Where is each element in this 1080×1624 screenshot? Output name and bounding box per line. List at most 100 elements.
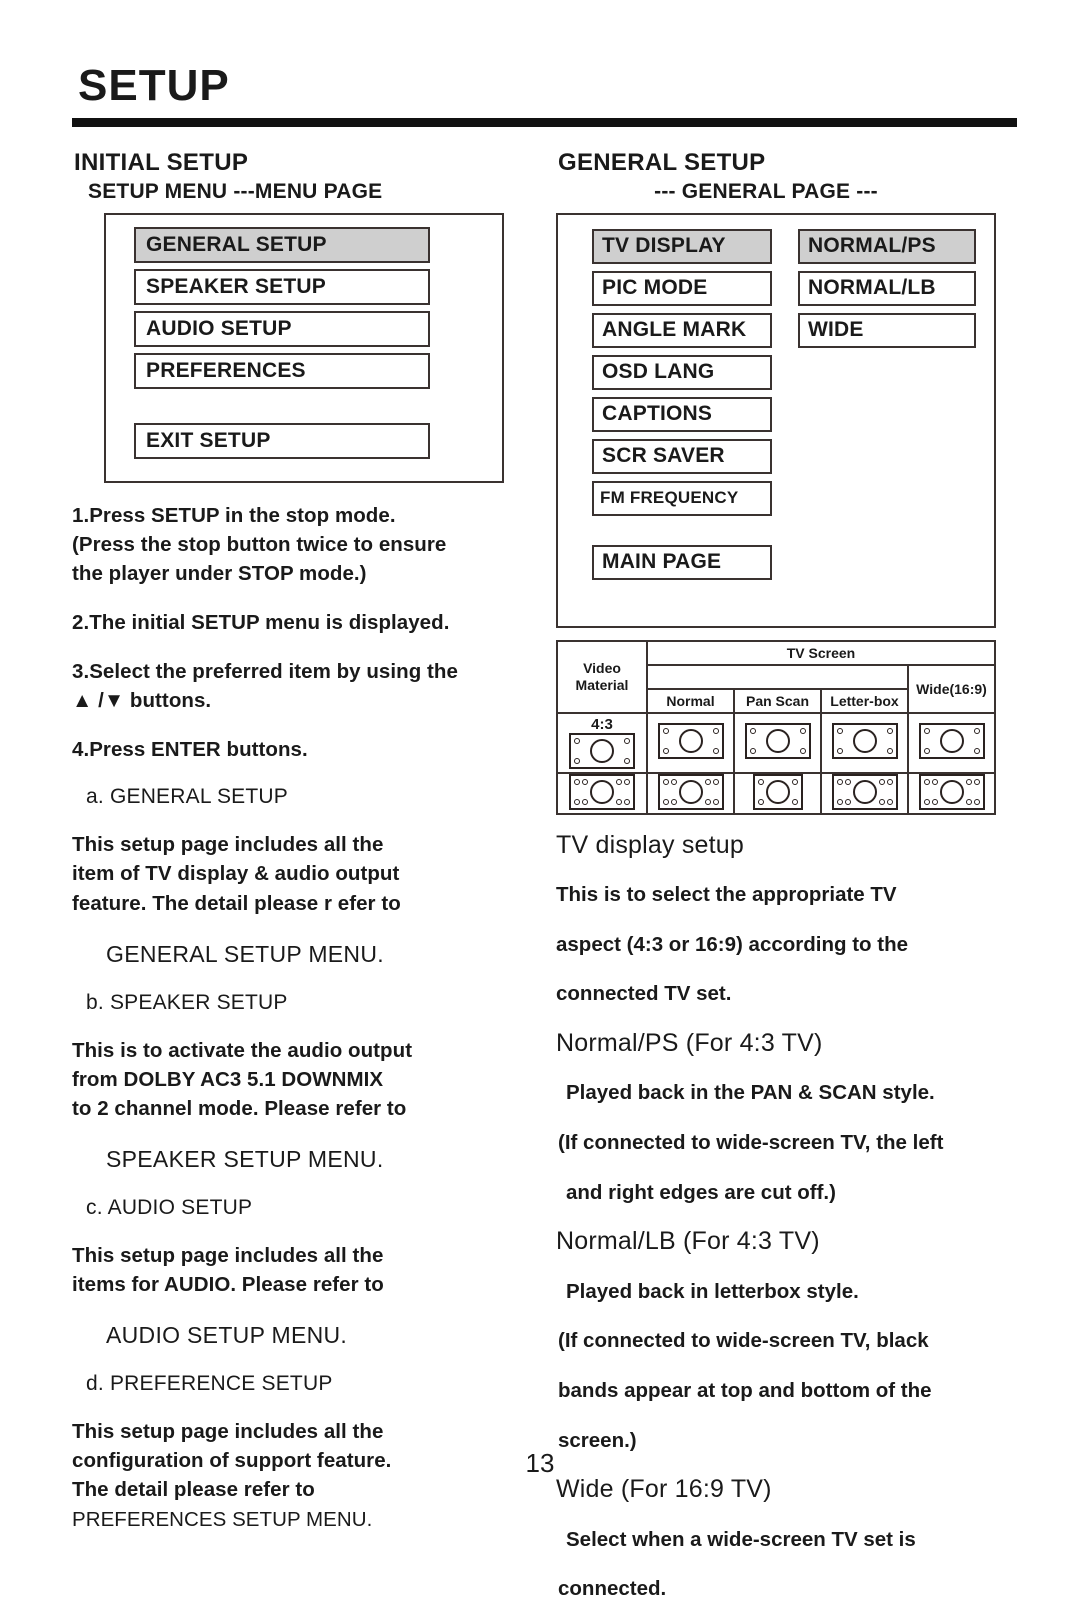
row-label-16-9 xyxy=(556,771,648,815)
normal-lb-line-2: (If connected to wide-screen TV, black xyxy=(558,1329,929,1353)
osd-item-scr-saver[interactable]: SCR SAVER xyxy=(592,438,772,474)
page-title: SETUP xyxy=(78,61,230,110)
osd-item-general-setup[interactable]: GENERAL SETUP xyxy=(134,226,430,263)
tv-display-setup-section: TV display setup This is to select the a… xyxy=(556,831,1018,1604)
osd-column-values: NORMAL/PS NORMAL/LB WIDE xyxy=(798,228,976,355)
initial-setup-heading: INITIAL SETUP xyxy=(74,149,249,176)
entry-label-b: b. SPEAKER SETUP xyxy=(86,990,288,1014)
tv-glyph xyxy=(752,773,803,813)
wide-line-2: connected. xyxy=(558,1577,667,1601)
normal-lb-line-3: bands appear at top and bottom of the xyxy=(558,1378,932,1402)
entry-c-line-2: items for AUDIO. Please refer to xyxy=(72,1273,384,1297)
cell-16-9-normal xyxy=(646,771,735,815)
mode-body-normal-lb: Played back in letterbox style. (If conn… xyxy=(558,1277,1018,1455)
setup-menu-caption: SETUP MENU ---MENU PAGE xyxy=(88,180,383,204)
cell-4-3-pan-scan xyxy=(733,711,822,774)
general-page-caption: --- GENERAL PAGE --- xyxy=(654,180,878,204)
entry-general-setup: a. GENERAL SETUP This setup page include… xyxy=(72,785,542,967)
tv-glyph xyxy=(918,723,985,762)
entry-a-reference: GENERAL SETUP MENU. xyxy=(106,940,384,967)
title-divider xyxy=(72,118,1017,127)
step-3-line-1: 3.Select the preferred item by using the xyxy=(72,659,458,683)
subheader-normal: Normal xyxy=(646,687,735,714)
step-2: 2.The initial SETUP menu is displayed. xyxy=(72,610,450,634)
tv-screen-comparison-table: Video Material TV Screen Wide(16:9) Norm… xyxy=(556,639,996,815)
video-material-label-line-2: Material xyxy=(575,676,629,693)
osd-item-tv-display[interactable]: TV DISPLAY xyxy=(592,228,772,264)
entry-d-line-3: The detail please refer to xyxy=(72,1478,315,1502)
step-1-line-2: (Press the stop button twice to ensure xyxy=(72,532,447,556)
osd-value-normal-lb[interactable]: NORMAL/LB xyxy=(798,270,976,306)
entry-label-a: a. GENERAL SETUP xyxy=(86,785,288,809)
mode-body-normal-ps: Played back in the PAN & SCAN style. (If… xyxy=(558,1078,1018,1206)
tv-display-intro: This is to select the appropriate TV asp… xyxy=(556,880,1018,1008)
general-setup-osd-panel: TV DISPLAY PIC MODE ANGLE MARK OSD LANG … xyxy=(556,212,996,628)
normal-ps-line-1: Played back in the PAN & SCAN style. xyxy=(566,1081,935,1105)
entry-b-line-2: from DOLBY AC3 5.1 DOWNMIX xyxy=(72,1067,384,1091)
tv-glyph xyxy=(918,773,985,813)
page-number: 13 xyxy=(525,1448,555,1478)
cell-16-9-wide xyxy=(907,771,996,815)
video-material-label-line-1: Video xyxy=(583,660,621,677)
mode-heading-normal-ps: Normal/PS (For 4:3 TV) xyxy=(556,1028,823,1057)
osd-value-normal-ps[interactable]: NORMAL/PS xyxy=(798,228,976,264)
entry-audio-setup: c. AUDIO SETUP This setup page includes … xyxy=(72,1196,542,1349)
entry-d-line-4: PREFERENCES SETUP MENU. xyxy=(72,1507,373,1531)
instruction-steps: 1.Press SETUP in the stop mode. (Press t… xyxy=(72,501,542,765)
tv-display-intro-line-3: connected TV set. xyxy=(556,982,732,1006)
normal-ps-line-3: and right edges are cut off.) xyxy=(566,1180,836,1204)
tv-glyph xyxy=(744,723,811,762)
wide-line-1: Select when a wide-screen TV set is xyxy=(566,1527,916,1551)
osd-item-angle-mark[interactable]: ANGLE MARK xyxy=(592,312,772,348)
subheader-pan-scan: Pan Scan xyxy=(733,687,822,714)
osd-item-fm-frequency[interactable]: FM FREQUENCY xyxy=(592,480,772,516)
mode-heading-normal-lb: Normal/LB (For 4:3 TV) xyxy=(556,1227,820,1256)
osd-value-wide[interactable]: WIDE xyxy=(798,312,976,348)
tv-glyph xyxy=(831,773,898,813)
osd-item-captions[interactable]: CAPTIONS xyxy=(592,396,772,432)
entry-b-line-1: This is to activate the audio output xyxy=(72,1038,413,1062)
table-row: 4:3 xyxy=(556,711,996,774)
osd-item-preferences[interactable]: PREFERENCES xyxy=(134,352,430,389)
osd-item-osd-lang[interactable]: OSD LANG xyxy=(592,354,772,390)
entry-speaker-setup: b. SPEAKER SETUP This is to activate the… xyxy=(72,991,542,1173)
osd-item-speaker-setup[interactable]: SPEAKER SETUP xyxy=(134,268,430,305)
normal-lb-line-1: Played back in letterbox style. xyxy=(566,1279,859,1303)
cell-4-3-normal xyxy=(646,711,735,774)
table-header-row-1: Video Material TV Screen xyxy=(556,639,996,714)
osd-item-pic-mode[interactable]: PIC MODE xyxy=(592,270,772,306)
entry-c-reference: AUDIO SETUP MENU. xyxy=(106,1322,348,1349)
tv-glyph-4-3-source xyxy=(569,732,635,772)
mode-heading-wide: Wide (For 16:9 TV) xyxy=(556,1475,772,1504)
osd-spacer xyxy=(592,523,772,545)
cell-16-9-letter-box xyxy=(820,771,909,815)
aspect-ratio-label: 4:3 xyxy=(591,715,613,733)
entry-b-line-3: to 2 channel mode. Please refer to xyxy=(72,1096,407,1120)
step-3-line-2: ▲ /▼ buttons. xyxy=(72,689,212,713)
cell-4-3-wide xyxy=(907,711,996,774)
entry-b-reference: SPEAKER SETUP MENU. xyxy=(106,1145,384,1172)
row-label-4-3: 4:3 xyxy=(556,711,648,774)
osd-item-exit-setup[interactable]: EXIT SETUP xyxy=(134,422,430,459)
wide-header: Wide(16:9) xyxy=(907,663,996,714)
subheader-letter-box: Letter-box xyxy=(820,687,909,714)
osd-item-main-page[interactable]: MAIN PAGE xyxy=(592,544,772,580)
entry-a-line-3: feature. The detail please r efer to xyxy=(72,891,401,915)
initial-setup-osd-panel: GENERAL SETUP SPEAKER SETUP AUDIO SETUP … xyxy=(104,212,504,483)
tv-glyph xyxy=(569,773,635,813)
entry-label-d: d. PREFERENCE SETUP xyxy=(86,1372,333,1396)
entry-c-line-1: This setup page includes all the xyxy=(72,1243,384,1267)
osd-spacer xyxy=(134,395,502,423)
cell-4-3-letter-box xyxy=(820,711,909,774)
left-column: INITIAL SETUP SETUP MENU ---MENU PAGE GE… xyxy=(72,149,542,1534)
right-column: GENERAL SETUP --- GENERAL PAGE --- TV DI… xyxy=(556,149,1018,1624)
general-setup-heading: GENERAL SETUP xyxy=(558,149,766,176)
osd-item-audio-setup[interactable]: AUDIO SETUP xyxy=(134,310,430,347)
entry-label-c: c. AUDIO SETUP xyxy=(86,1195,253,1219)
step-1-line-1: 1.Press SETUP in the stop mode. xyxy=(72,503,396,527)
tv-display-setup-heading: TV display setup xyxy=(556,830,745,859)
step-4: 4.Press ENTER buttons. xyxy=(72,738,308,762)
osd-column-items: TV DISPLAY PIC MODE ANGLE MARK OSD LANG … xyxy=(592,228,772,587)
